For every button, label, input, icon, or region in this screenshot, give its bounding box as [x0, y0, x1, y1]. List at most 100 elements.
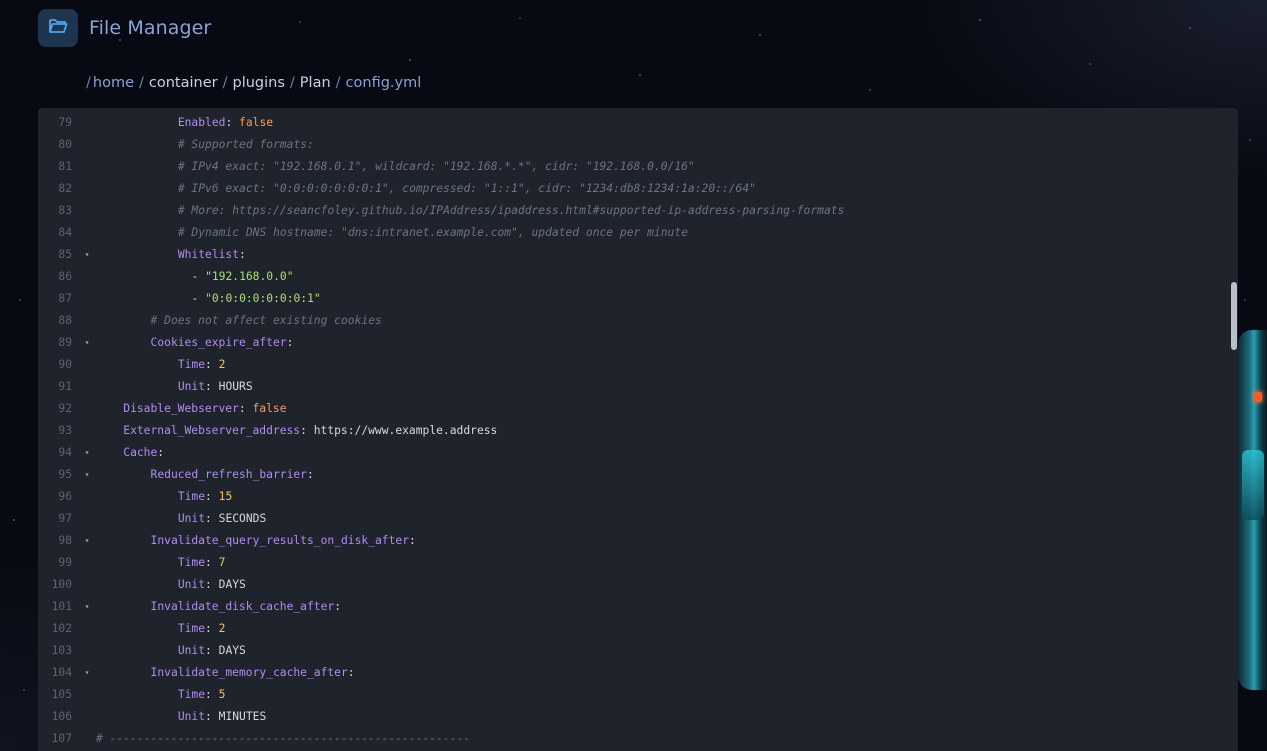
line-number: 88: [58, 314, 72, 327]
code-token: :: [205, 688, 219, 701]
code-text: Time: 7: [178, 552, 226, 574]
code-line[interactable]: 95 ▾ Reduced_refresh_barrier:: [38, 464, 1238, 486]
code-text: Time: 2: [178, 354, 226, 376]
code-token: Time: [177, 358, 206, 371]
code-text: Whitelist:: [178, 244, 246, 266]
code-text: Invalidate_memory_cache_after:: [151, 662, 355, 684]
code-line[interactable]: 96 Time: 15: [38, 486, 1238, 508]
code-line[interactable]: 103 Unit: DAYS: [38, 640, 1238, 662]
code-line[interactable]: 104 ▾ Invalidate_memory_cache_after:: [38, 662, 1238, 684]
fold-toggle-icon[interactable]: ▾: [82, 596, 92, 618]
code-token: External_Webserver_address: [123, 424, 301, 437]
code-line[interactable]: 84 # Dynamic DNS hostname: "dns:intranet.…: [38, 222, 1238, 244]
app-header: File Manager: [38, 9, 211, 47]
code-text: Unit: HOURS: [178, 376, 253, 398]
fold-toggle-icon[interactable]: ▾: [82, 662, 92, 684]
breadcrumb-separator: /: [222, 75, 228, 91]
code-token: Unit: [177, 512, 206, 525]
code-token: Invalidate_disk_cache_after: [150, 600, 335, 613]
breadcrumb-item-home[interactable]: home: [93, 75, 134, 91]
code-line[interactable]: 99 Time: 7: [38, 552, 1238, 574]
code-text: Cookies_expire_after:: [151, 332, 294, 354]
code-line[interactable]: 91 Unit: HOURS: [38, 376, 1238, 398]
line-number: 81: [58, 160, 72, 173]
code-token: Cache: [123, 446, 158, 459]
code-text: # More: https://seancfoley.github.io/IPA…: [178, 200, 845, 222]
code-line[interactable]: 82 # IPv6 exact: "0:0:0:0:0:0:0:1", compr…: [38, 178, 1238, 200]
code-token: # More: https://seancfoley.github.io/IPA…: [177, 204, 845, 217]
code-token: Invalidate_memory_cache_after: [150, 666, 348, 679]
code-token: 15: [218, 490, 233, 503]
code-text: # Dynamic DNS hostname: "dns:intranet.ex…: [178, 222, 688, 244]
code-line[interactable]: 79 Enabled: false: [38, 112, 1238, 134]
code-token: :: [334, 600, 341, 613]
code-token: Unit: [177, 578, 206, 591]
code-line[interactable]: 86 - "192.168.0.0": [38, 266, 1238, 288]
code-line[interactable]: 98 ▾ Invalidate_query_results_on_disk_afte…: [38, 530, 1238, 552]
code-line[interactable]: 93 External_Webserver_address: https://ww…: [38, 420, 1238, 442]
editor-scrollbar[interactable]: [1231, 282, 1237, 350]
app-logo-button[interactable]: [38, 9, 78, 47]
code-token: Time: [177, 622, 206, 635]
code-token: :: [205, 622, 219, 635]
line-number: 100: [51, 578, 72, 591]
line-number: 83: [58, 204, 72, 217]
code-line[interactable]: 88 # Does not affect existing cookies: [38, 310, 1238, 332]
code-token: :: [347, 666, 355, 679]
code-text: # Does not affect existing cookies: [151, 310, 382, 332]
code-text: # --------------------------------------…: [96, 728, 470, 750]
code-token: # IPv4 exact: "192.168.0.1", wildcard: "…: [177, 160, 695, 173]
code-line[interactable]: 106 Unit: MINUTES: [38, 706, 1238, 728]
code-line[interactable]: 87 - "0:0:0:0:0:0:0:1": [38, 288, 1238, 310]
code-line[interactable]: 92 Disable_Webserver: false: [38, 398, 1238, 420]
code-line[interactable]: 97 Unit: SECONDS: [38, 508, 1238, 530]
code-line[interactable]: 89 ▾ Cookies_expire_after:: [38, 332, 1238, 354]
code-token: Unit: [177, 710, 206, 723]
code-editor[interactable]: 79 Enabled: false 80 # Supported formats: 81…: [38, 108, 1238, 751]
code-line[interactable]: 100 Unit: DAYS: [38, 574, 1238, 596]
folder-open-icon: [48, 17, 68, 40]
code-line[interactable]: 94 ▾ Cache:: [38, 442, 1238, 464]
code-line[interactable]: 101 ▾ Invalidate_disk_cache_after:: [38, 596, 1238, 618]
code-line[interactable]: 80 # Supported formats:: [38, 134, 1238, 156]
code-line[interactable]: 90 Time: 2: [38, 354, 1238, 376]
code-token: # Does not affect existing cookies: [150, 314, 382, 327]
code-token: :: [238, 402, 253, 415]
line-number: 107: [51, 732, 72, 745]
fold-toggle-icon[interactable]: ▾: [82, 244, 92, 266]
code-line[interactable]: 83 # More: https://seancfoley.github.io/I…: [38, 200, 1238, 222]
code-token: :: [286, 336, 294, 349]
line-number: 89: [58, 336, 72, 349]
code-line[interactable]: 81 # IPv4 exact: "192.168.0.1", wildcard:…: [38, 156, 1238, 178]
fold-toggle-icon[interactable]: ▾: [82, 442, 92, 464]
code-line[interactable]: 102 Time: 2: [38, 618, 1238, 640]
line-number: 95: [58, 468, 72, 481]
code-token: Unit: [177, 380, 206, 393]
code-line[interactable]: 85 ▾ Whitelist:: [38, 244, 1238, 266]
code-text: Unit: DAYS: [178, 574, 246, 596]
code-line[interactable]: 107 # -----------------------------------…: [38, 728, 1238, 750]
breadcrumb-item-plugins[interactable]: plugins: [233, 75, 285, 91]
line-number: 94: [58, 446, 72, 459]
code-text: - "192.168.0.0": [191, 266, 293, 288]
fold-toggle-icon[interactable]: ▾: [82, 332, 92, 354]
breadcrumb-item-plan[interactable]: Plan: [300, 75, 331, 91]
code-text: Time: 5: [178, 684, 226, 706]
breadcrumb-separator: /: [289, 75, 295, 91]
line-number: 92: [58, 402, 72, 415]
code-token: :: [306, 468, 314, 481]
code-token: : https://www.example.address: [300, 424, 498, 437]
code-token: Time: [177, 688, 206, 701]
breadcrumb-item-container[interactable]: container: [149, 75, 218, 91]
line-number: 106: [51, 710, 72, 723]
fold-toggle-icon[interactable]: ▾: [82, 530, 92, 552]
code-line[interactable]: 105 Time: 5: [38, 684, 1238, 706]
code-token: Time: [177, 490, 206, 503]
code-token: Reduced_refresh_barrier: [150, 468, 307, 481]
code-text: Cache:: [123, 442, 164, 464]
line-number: 99: [58, 556, 72, 569]
code-token: -: [191, 270, 206, 283]
breadcrumb: / home / container / plugins / Plan / co…: [86, 73, 421, 93]
fold-toggle-icon[interactable]: ▾: [82, 464, 92, 486]
code-lines: 79 Enabled: false 80 # Supported formats: 81…: [38, 112, 1238, 750]
